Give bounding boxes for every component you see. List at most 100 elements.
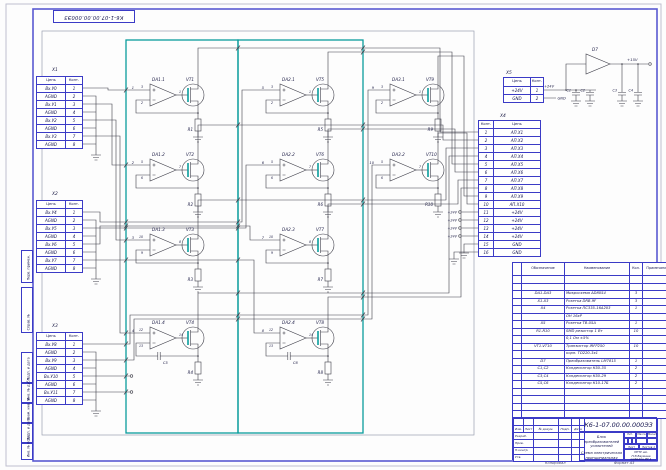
svg-text:2: 2 xyxy=(132,161,135,165)
device-boundary xyxy=(41,30,475,436)
pin-row: AGND 2 xyxy=(36,216,83,225)
svg-text:8: 8 xyxy=(262,329,265,333)
svg-text:9: 9 xyxy=(372,86,375,90)
svg-text:8: 8 xyxy=(309,240,311,244)
pin-row: AGND 2 xyxy=(36,348,83,357)
organization-cell: МГТУ им. Н.Э.Баумана кафедра ИУ-1 группа… xyxy=(624,449,658,461)
doc-number-cell: К6-1-07.00.00.000ЭЗ xyxy=(579,418,658,432)
svg-text:R10: R10 xyxy=(425,202,433,207)
svg-text:3: 3 xyxy=(271,85,273,89)
connector-x3-label: Х3 xyxy=(51,323,58,329)
pin-row: GND 2 xyxy=(503,94,544,103)
pin-row: 11 +24V xyxy=(478,208,541,217)
svg-text:5: 5 xyxy=(271,160,273,164)
cap-label: C3 xyxy=(612,89,617,93)
svg-text:DA3.1: DA3.1 xyxy=(392,77,405,82)
svg-text:6: 6 xyxy=(141,176,143,180)
doc-number-stamp: К6-1-07.00.00.000ЭЗ xyxy=(53,10,135,23)
capacitor-label: C5 xyxy=(163,361,169,365)
svg-text:14: 14 xyxy=(309,333,313,337)
svg-text:3: 3 xyxy=(132,236,135,240)
net-out-label: +15V xyxy=(627,57,638,62)
pin-row: AGND 8 xyxy=(36,140,83,149)
parts-list-row: С5,С6 Конденсатор К10-17Б 2 xyxy=(512,380,666,389)
board-outline-right xyxy=(237,39,364,434)
connector-x4-label: Х4 xyxy=(499,113,506,119)
doc-title-line2: усилителей xyxy=(590,444,613,449)
pin-row: 16 GND xyxy=(478,248,541,257)
pin-row: Вх.У1 3 xyxy=(36,100,83,109)
svg-text:1: 1 xyxy=(419,90,421,94)
svg-text:R3: R3 xyxy=(188,277,194,282)
pin-row: 13 +24V xyxy=(478,224,541,233)
svg-text:VT5: VT5 xyxy=(316,77,324,82)
pin-row: 3 АП.Х3 xyxy=(478,144,541,153)
svg-text:7: 7 xyxy=(419,165,421,169)
pin-row: Вх.У8 1 xyxy=(36,340,83,349)
pin-row: AGND 6 xyxy=(36,124,83,133)
margin-stamp-sprav-no: Справ. № xyxy=(21,287,33,333)
pin-row: Вх.У11 7 xyxy=(36,388,83,397)
doc-title-line3: Схема электрическая принципиальная xyxy=(580,451,623,460)
svg-text:VT4: VT4 xyxy=(186,320,194,325)
channel-3: DA1.3 VT3 R3 10 9 8 3 xyxy=(132,218,205,293)
pin-row: 7 АП.Х7 xyxy=(478,176,541,185)
parts-list-row xyxy=(512,387,666,396)
parts-list-row: Х5 Розетка ТВ-05А 1 xyxy=(512,320,666,329)
power-supply-section: +24V GND D7 +15V C1 C2 C3 C4 xyxy=(541,47,652,107)
pin-row: 14 +24V xyxy=(478,232,541,241)
parts-list-row: корп. ТО220-3х1 xyxy=(512,350,666,359)
pin-row: Вх.У2 5 xyxy=(36,116,83,125)
cap-label: C4 xyxy=(628,89,633,93)
connector-x5-table: Цепь Конт. +24V 1 GND 2 xyxy=(503,77,544,103)
pin-row: 12 +24V xyxy=(478,216,541,225)
svg-text:9: 9 xyxy=(271,251,273,255)
svg-text:VT10: VT10 xyxy=(426,152,437,157)
svg-text:VT8: VT8 xyxy=(316,320,324,325)
pin-row: Вх.У5 3 xyxy=(36,224,83,233)
parts-list-header: Обозначение Наименование Кол. Примечание xyxy=(512,262,666,276)
svg-text:DA3.2: DA3.2 xyxy=(392,152,405,157)
svg-text:DA1.3: DA1.3 xyxy=(152,227,165,232)
svg-text:10: 10 xyxy=(369,161,374,165)
svg-text:2: 2 xyxy=(381,101,383,105)
svg-text:DA2.2: DA2.2 xyxy=(282,152,295,157)
channel-4: C5 DA1.4 VT4 R4 12 13 14 4 xyxy=(132,311,205,386)
pin-row: 9 АП.Х9 xyxy=(478,192,541,201)
svg-text:+24V: +24V xyxy=(448,219,458,223)
x4-power-stubs: +24V +24V +24V +24V xyxy=(448,210,478,265)
pin-row: AGND 8 xyxy=(36,264,83,273)
svg-text:6: 6 xyxy=(381,176,383,180)
doc-number-stamp-text: К6-1-07.00.00.000ЭЗ xyxy=(64,14,124,20)
svg-text:DA1.2: DA1.2 xyxy=(152,152,165,157)
svg-text:+24V: +24V xyxy=(448,235,458,239)
regulator-label: D7 xyxy=(592,47,598,52)
svg-text:7: 7 xyxy=(262,236,265,240)
channel-10: DA3.2 VT10 R10 5 6 7 10 xyxy=(369,143,445,218)
pin-out: 1 xyxy=(179,90,181,94)
pin-row: AGND 4 xyxy=(36,364,83,373)
doc-number: К6-1-07.00.00.000ЭЗ xyxy=(584,421,653,429)
svg-text:14: 14 xyxy=(179,333,183,337)
parts-list-row: D7 Преобразователь LM7815 1 xyxy=(512,357,666,366)
svg-text:12: 12 xyxy=(269,328,273,332)
connector-x3-table: Цепь Конт. Вх.У8 1 AGND 2 Вх.У9 3 AGND 4 Вх.У10 5 A… xyxy=(36,332,83,405)
title-block: Изм. Лист № докум. Подп. Дата Разраб. Пров.… xyxy=(512,417,658,463)
resistor-label: R1 xyxy=(188,127,193,132)
parts-list-row: Х4 Розетка ПС335-16А203 1 xyxy=(512,305,666,314)
parts-list-row: DA1-DA3 Микросхема AD8054 3 xyxy=(512,290,666,299)
svg-text:13: 13 xyxy=(139,344,143,348)
pin-row: 2 АП.Х2 xyxy=(478,136,541,145)
parts-list-row: С1,С2 Конденсатор К50-35 2 xyxy=(512,365,666,374)
pin-row: AGND 4 xyxy=(36,108,83,117)
title-block-signature-grid: Изм. Лист № докум. Подп. Дата Разраб. Пров.… xyxy=(513,418,585,463)
pin-row: AGND 8 xyxy=(36,396,83,405)
signature-row: Пров. xyxy=(513,439,585,448)
channel-1: DA1.1 VT1 R1 3 2 1 1 xyxy=(132,68,205,143)
parts-list-row xyxy=(512,395,666,404)
connector-x2-label: Х2 xyxy=(51,191,58,197)
svg-text:2: 2 xyxy=(271,101,273,105)
parts-list-row: R1-R10 SMD резистор 1 Вт 10 xyxy=(512,327,666,336)
pin-row: 6 АП.Х6 xyxy=(478,168,541,177)
agnd-buses xyxy=(80,95,102,417)
